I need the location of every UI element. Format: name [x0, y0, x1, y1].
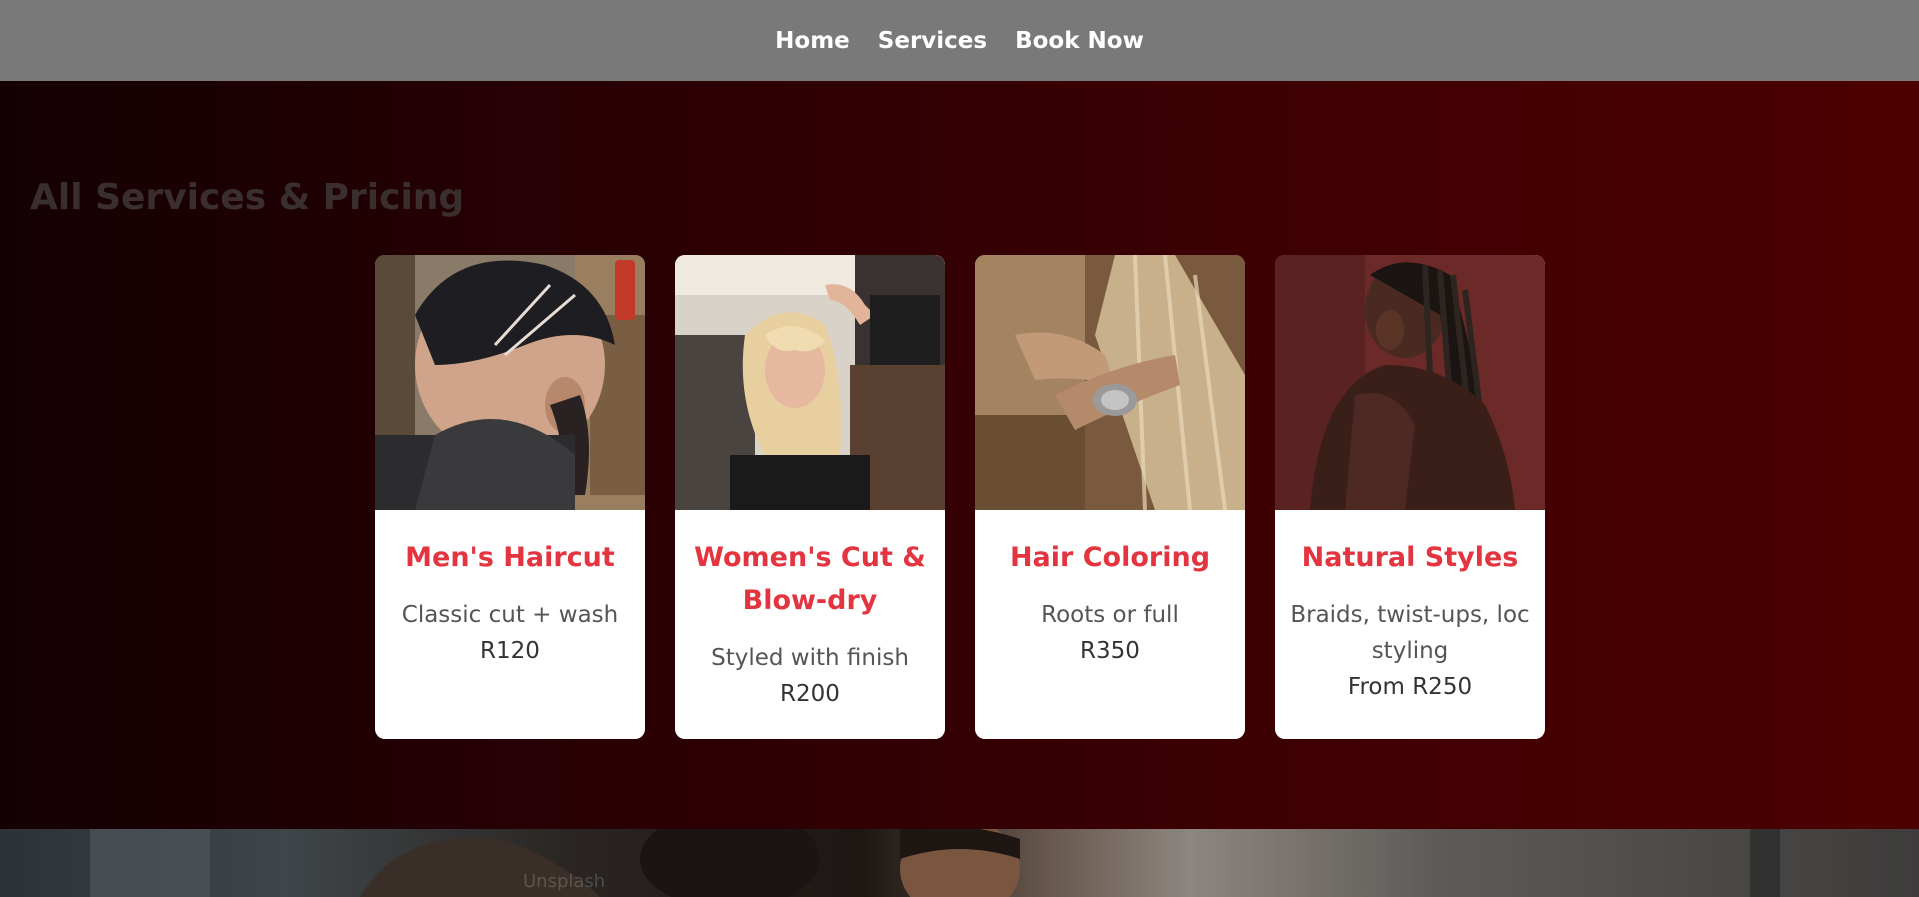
card-price: From R250 — [1347, 674, 1473, 700]
services-section: All Services & Pricing Men's Haircut Cla… — [0, 81, 1919, 829]
section-title: All Services & Pricing — [30, 177, 465, 218]
hair-coloring-photo — [975, 255, 1245, 510]
service-cards: Men's Haircut Classic cut + wash R120 Wo… — [375, 255, 1545, 739]
card-title: Women's Cut & Blow-dry — [694, 542, 926, 616]
top-navbar: Home Services Book Now — [0, 0, 1919, 81]
service-card-womens-blowdry[interactable]: Women's Cut & Blow-dry Styled with finis… — [675, 255, 945, 739]
service-card-hair-coloring[interactable]: Hair Coloring Roots or full R350 — [975, 255, 1245, 739]
card-description: Styled with finish — [711, 645, 909, 671]
card-body: Women's Cut & Blow-dry Styled with finis… — [675, 510, 945, 739]
card-title: Natural Styles — [1301, 542, 1519, 573]
mens-haircut-photo — [375, 255, 645, 510]
card-price: R120 — [480, 638, 540, 664]
card-description: Classic cut + wash — [401, 602, 619, 628]
card-body: Hair Coloring Roots or full R350 — [975, 510, 1245, 739]
womens-blowdry-photo — [675, 255, 945, 510]
card-title: Men's Haircut — [405, 542, 615, 573]
service-card-natural-styles[interactable]: Natural Styles Braids, twist-ups, loc st… — [1275, 255, 1545, 739]
card-title: Hair Coloring — [1009, 542, 1211, 573]
photo-watermark: Unsplash — [523, 871, 606, 892]
card-price: R200 — [780, 681, 840, 707]
card-description: Braids, twist-ups, loc styling — [1290, 602, 1530, 664]
nav-book-now-link[interactable]: Book Now — [1015, 24, 1144, 58]
salon-hero-photo: Unsplash — [0, 829, 1919, 897]
card-body: Men's Haircut Classic cut + wash R120 — [375, 510, 645, 739]
service-card-mens-haircut[interactable]: Men's Haircut Classic cut + wash R120 — [375, 255, 645, 739]
card-description: Roots or full — [1041, 602, 1179, 628]
nav-services-link[interactable]: Services — [878, 24, 987, 58]
card-price: R350 — [1080, 638, 1140, 664]
card-body: Natural Styles Braids, twist-ups, loc st… — [1275, 510, 1545, 739]
nav-home-link[interactable]: Home — [775, 24, 850, 58]
natural-styles-photo — [1275, 255, 1545, 510]
